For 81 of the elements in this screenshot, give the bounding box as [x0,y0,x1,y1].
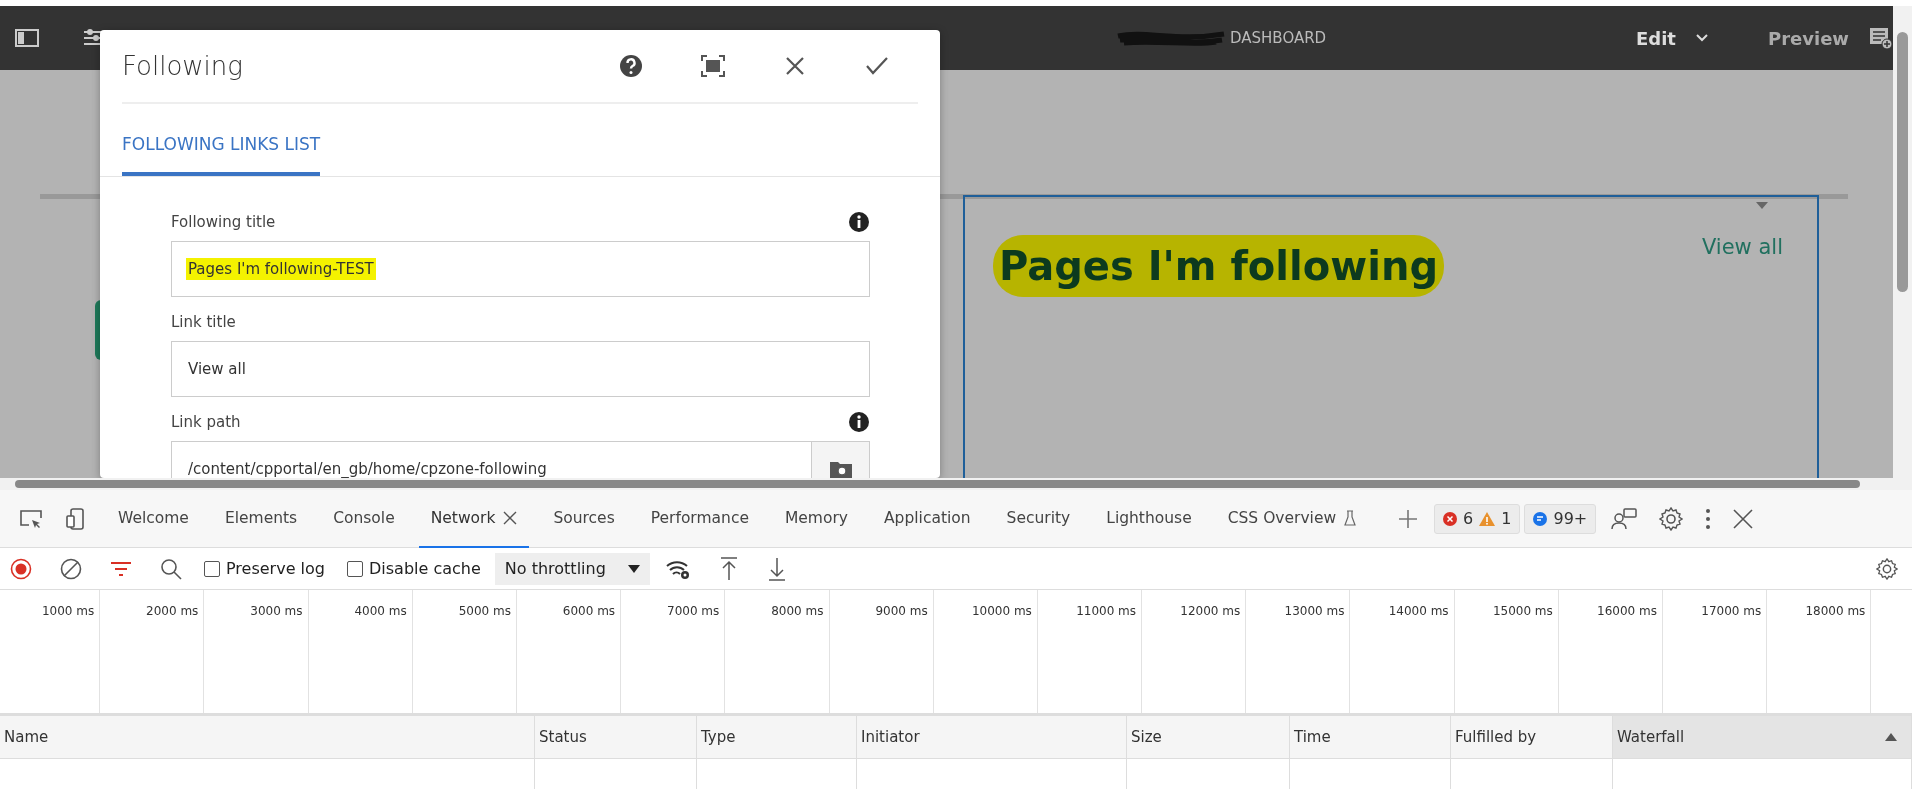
error-count: 6 [1463,509,1474,528]
record-icon[interactable] [9,557,33,580]
close-icon[interactable] [503,510,518,525]
dropdown-caret-icon [627,564,640,573]
devtools-tab[interactable]: Security [994,489,1083,548]
field-label: Link path [171,413,241,431]
field-label: Following title [171,213,276,231]
preserve-log-checkbox[interactable]: Preserve log [204,559,325,578]
column-header[interactable]: Type [697,716,857,758]
message-icon [1533,511,1548,526]
comment-add-icon[interactable] [1869,26,1893,50]
time-tick: 12000 ms [1180,604,1241,618]
time-tick: 11000 ms [1076,604,1137,618]
more-menu-icon[interactable] [1705,507,1712,530]
devtools-tab[interactable]: Network [418,489,530,548]
warning-icon [1479,511,1496,526]
devtools-tab[interactable]: Memory [772,489,860,548]
time-tick: 15000 ms [1492,604,1553,618]
time-tick: 16000 ms [1597,604,1657,618]
dropdown-caret-icon[interactable] [1756,202,1768,209]
search-icon[interactable] [159,557,183,580]
close-icon[interactable] [1733,508,1754,529]
info-icon[interactable] [848,211,870,233]
devtools-tab[interactable]: Console [321,489,407,548]
time-tick: 3000 ms [250,604,303,618]
disable-cache-checkbox[interactable]: Disable cache [347,559,481,578]
time-tick: 10000 ms [971,604,1032,618]
devtools-tab[interactable]: Welcome [106,489,201,548]
field-label: Link title [171,313,236,331]
time-tick: 14000 ms [1388,604,1449,618]
time-tick: 2000 ms [146,604,199,618]
messages-badge[interactable]: 99+ [1524,503,1597,534]
error-icon [1443,511,1458,526]
panel-heading: Pages I'm following [993,235,1445,297]
column-header[interactable]: Name [0,716,535,758]
flask-icon [1344,509,1357,526]
message-count: 99+ [1553,509,1588,528]
column-header[interactable]: Size [1127,716,1290,758]
time-tick: 4000 ms [354,604,407,618]
clear-icon[interactable] [59,557,83,580]
issues-badge[interactable]: 6 1 [1434,503,1521,534]
column-header[interactable]: Initiator [857,716,1127,758]
horizontal-scrollbar[interactable] [0,478,1912,490]
settings-icon[interactable] [1875,557,1899,580]
dialog-title: Following [122,51,244,81]
time-tick: 13000 ms [1284,604,1345,618]
time-tick: 18000 ms [1805,604,1866,618]
devtools-tab[interactable]: CSS Overview [1215,489,1369,548]
page-title: DASHBOARD [1230,29,1327,47]
devtools-tab[interactable]: Application [872,489,983,548]
time-tick: 5000 ms [458,604,511,618]
warning-count: 1 [1501,509,1512,528]
throttling-dropdown[interactable]: No throttling [494,552,650,585]
time-tick: 8000 ms [771,604,824,618]
time-tick: 17000 ms [1701,604,1762,618]
devtools-tab[interactable]: Sources [541,489,627,548]
column-header[interactable]: Time [1290,716,1451,758]
devtools-tab[interactable]: Elements [212,489,310,548]
filter-icon[interactable] [109,560,133,577]
time-tick: 7000 ms [667,604,720,618]
devtools-tab[interactable]: Lighthouse [1094,489,1204,548]
dialog-tab[interactable]: FOLLOWING LINKS LIST [122,104,321,176]
column-header[interactable]: Status [535,716,697,758]
column-header[interactable]: Waterfall [1613,716,1912,758]
settings-icon[interactable] [1659,506,1684,531]
time-tick: 6000 ms [562,604,616,618]
plus-icon[interactable] [1398,508,1419,529]
text-field[interactable]: Pages I'm following-TEST [171,241,870,297]
devtools-tab[interactable]: Performance [638,489,761,548]
text-field[interactable]: View all [171,341,870,397]
info-icon[interactable] [848,411,870,433]
chevron-icon [1695,34,1708,42]
preview-button[interactable]: Preview [1761,23,1855,53]
mode-dropdown[interactable]: Edit [1630,23,1714,53]
inspect-icon[interactable] [19,507,43,530]
time-tick: 9000 ms [875,604,928,618]
vertical-scrollbar[interactable] [1893,6,1912,478]
sort-ascending-icon [1885,733,1897,741]
side-panel-icon[interactable] [15,28,39,48]
time-tick: 1000 ms [41,604,95,618]
feedback-icon[interactable] [1611,507,1638,530]
